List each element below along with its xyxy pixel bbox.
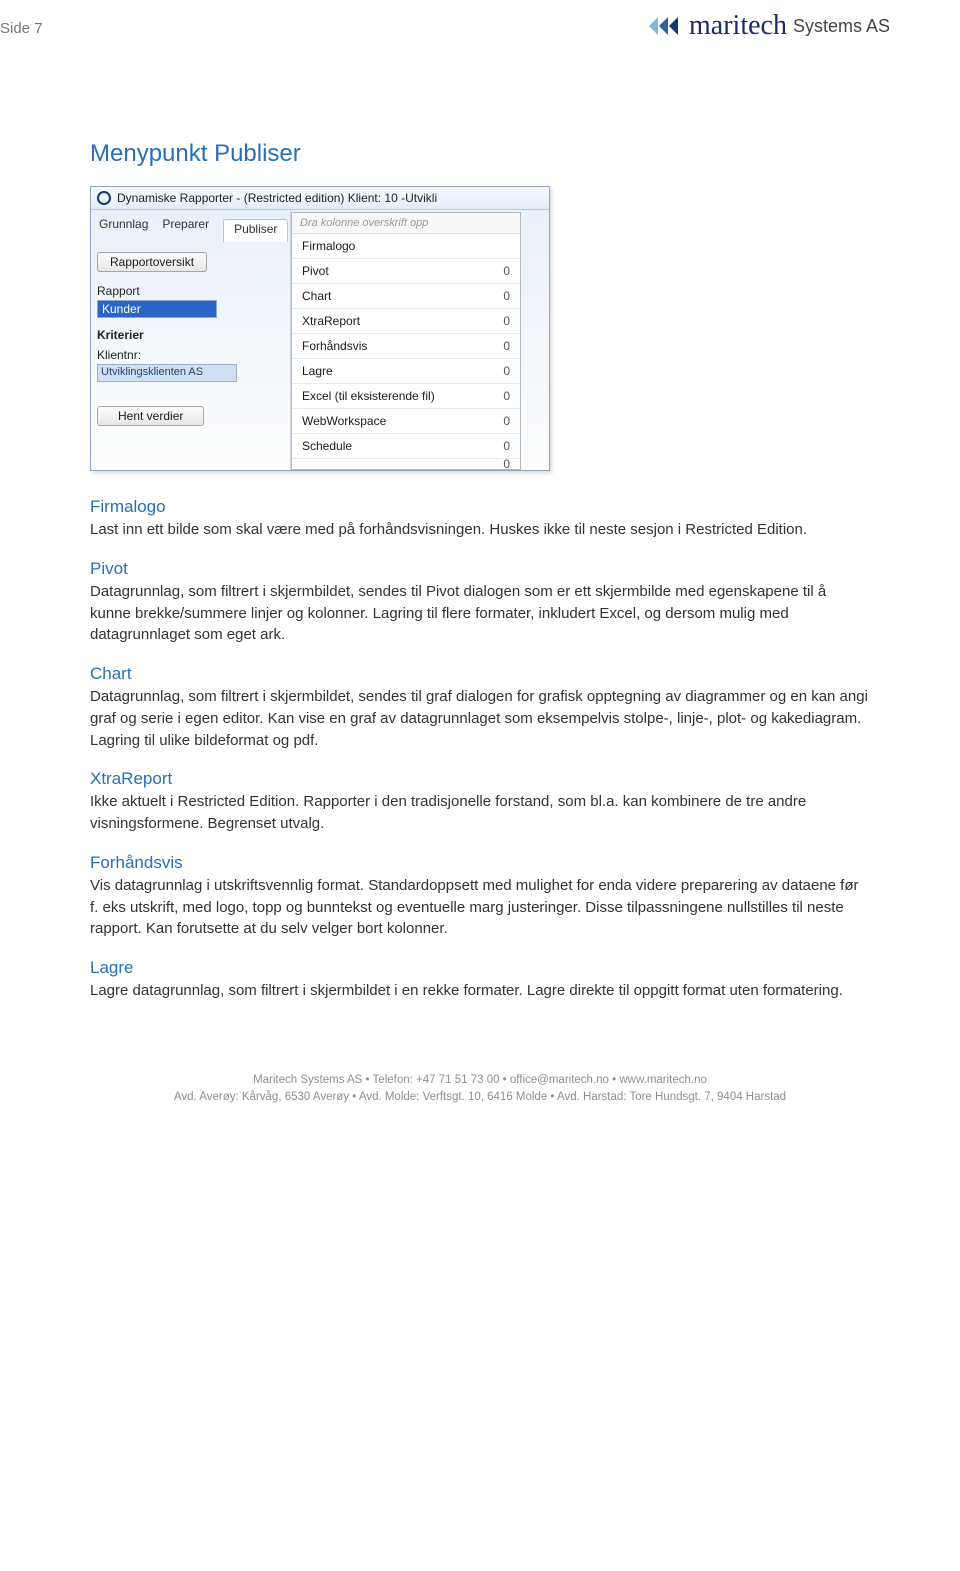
- text-xtrareport: Ikke aktuelt i Restricted Edition. Rappo…: [90, 791, 870, 835]
- text-chart: Datagrunnlag, som filtrert i skjermbilde…: [90, 686, 870, 751]
- klientnr-field[interactable]: Utviklingsklienten AS: [97, 364, 237, 382]
- rapport-select[interactable]: Kunder: [97, 300, 217, 318]
- heading-firmalogo: Firmalogo: [90, 497, 870, 517]
- window-titlebar: Dynamiske Rapporter - (Restricted editio…: [91, 187, 549, 210]
- heading-lagre: Lagre: [90, 958, 870, 978]
- label-rapport: Rapport: [97, 284, 284, 298]
- menu-lagre[interactable]: Lagre0: [292, 359, 520, 384]
- menu-excel[interactable]: Excel (til eksisterende fil)0: [292, 384, 520, 409]
- heading-pivot: Pivot: [90, 559, 870, 579]
- page-title: Menypunkt Publiser: [90, 140, 870, 168]
- rapportoversikt-button[interactable]: Rapportoversikt: [97, 252, 207, 272]
- tab-publiser[interactable]: Publiser: [223, 219, 288, 242]
- heading-forhandsvis: Forhåndsvis: [90, 853, 870, 873]
- footer-line2: Avd. Averøy: Kårvåg, 6530 Averøy • Avd. …: [90, 1089, 870, 1106]
- footer-line1: Maritech Systems AS • Telefon: +47 71 51…: [90, 1072, 870, 1089]
- menu-schedule[interactable]: Schedule0: [292, 434, 520, 459]
- tab-preparer[interactable]: Preparer: [162, 217, 209, 240]
- text-lagre: Lagre datagrunnlag, som filtrert i skjer…: [90, 980, 870, 1002]
- app-screenshot: Dynamiske Rapporter - (Restricted editio…: [90, 186, 550, 471]
- menu-webworkspace[interactable]: WebWorkspace0: [292, 409, 520, 434]
- brand-suffix: Systems AS: [793, 16, 890, 37]
- app-icon: [97, 191, 111, 205]
- text-pivot: Datagrunnlag, som filtrert i skjermbilde…: [90, 581, 870, 646]
- column-hint: Dra kolonne overskrift opp: [292, 213, 520, 234]
- menu-forhandsvis[interactable]: Forhåndsvis0: [292, 334, 520, 359]
- menu-firmalogo[interactable]: Firmalogo: [292, 234, 520, 259]
- brand-header: maritech Systems AS: [649, 10, 890, 42]
- heading-chart: Chart: [90, 664, 870, 684]
- hent-verdier-button[interactable]: Hent verdier: [97, 406, 204, 426]
- menu-xtrareport[interactable]: XtraReport0: [292, 309, 520, 334]
- tab-bar: Grunnlag Preparer Publiser: [97, 214, 284, 250]
- text-firmalogo: Last inn ett bilde som skal være med på …: [90, 519, 870, 541]
- heading-xtrareport: XtraReport: [90, 769, 870, 789]
- tab-grunnlag[interactable]: Grunnlag: [99, 217, 148, 240]
- menu-chart[interactable]: Chart0: [292, 284, 520, 309]
- menu-spacer: 0: [292, 459, 520, 469]
- label-klientnr: Klientnr:: [97, 348, 284, 362]
- publiser-menu: Dra kolonne overskrift opp Firmalogo Piv…: [291, 212, 521, 470]
- window-title-text: Dynamiske Rapporter - (Restricted editio…: [117, 191, 437, 205]
- menu-pivot[interactable]: Pivot0: [292, 259, 520, 284]
- brand-name: maritech: [689, 10, 787, 42]
- page-footer: Maritech Systems AS • Telefon: +47 71 51…: [90, 1072, 870, 1107]
- label-kriterier: Kriterier: [97, 328, 284, 342]
- page-number: Side 7: [0, 20, 43, 37]
- text-forhandsvis: Vis datagrunnlag i utskriftsvennlig form…: [90, 875, 870, 940]
- logo-icon: [649, 13, 683, 39]
